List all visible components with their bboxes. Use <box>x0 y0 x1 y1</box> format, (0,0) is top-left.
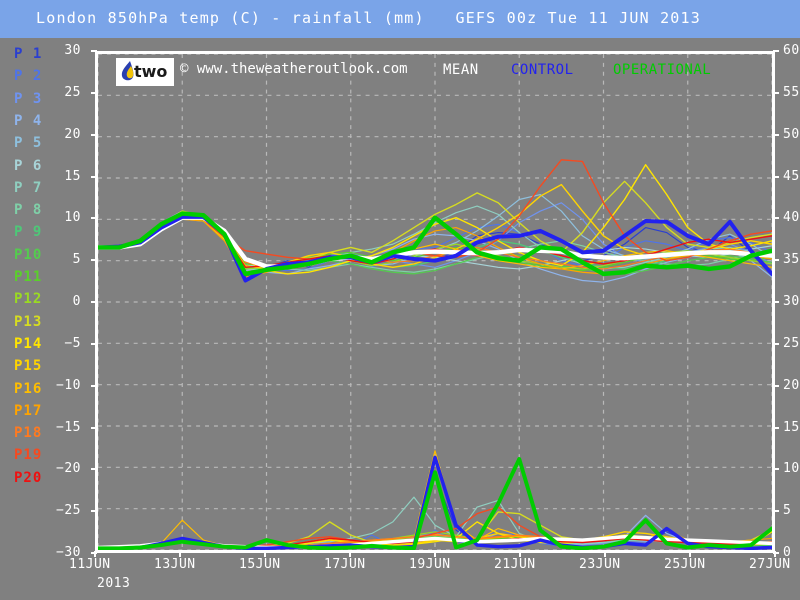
y-tick-mark-right <box>773 384 779 387</box>
legend-item-mean: MEAN <box>443 62 479 78</box>
y-tick-label-rain: 50 <box>783 126 800 142</box>
y-tick-label-temp: 20 <box>64 126 81 142</box>
x-tick-mark <box>604 551 606 557</box>
ensemble-label-p17: P17 <box>14 402 43 419</box>
y-tick-mark-right <box>773 301 779 303</box>
y-tick-mark-left <box>91 91 97 94</box>
data-series-layer <box>98 159 772 550</box>
y-tick-label-rain: 30 <box>783 294 800 309</box>
y-tick-mark-right <box>773 50 779 52</box>
y-tick-mark-left <box>91 133 97 136</box>
ensemble-label-p15: P15 <box>14 358 43 375</box>
title-bar: London 850hPa temp (C) - rainfall (mm) G… <box>0 0 800 38</box>
y-tick-mark-left <box>91 301 97 303</box>
x-tick-mark <box>519 551 521 557</box>
y-tick-mark-left <box>91 510 97 513</box>
y-tick-mark-left <box>91 342 97 345</box>
y-tick-mark-right <box>773 175 779 178</box>
x-tick-mark <box>264 551 266 557</box>
y-tick-mark-right <box>773 468 779 471</box>
x-tick-label: 25JUN <box>664 557 706 572</box>
y-tick-mark-left <box>91 50 97 52</box>
x-tick-mark <box>774 551 776 557</box>
y-tick-mark-right <box>773 426 779 429</box>
y-tick-label-temp: 10 <box>64 210 81 226</box>
y-tick-label-rain: 5 <box>783 503 792 519</box>
y-tick-label-temp: 25 <box>64 84 81 100</box>
y-tick-mark-left <box>91 384 97 387</box>
y-tick-label-temp: −5 <box>64 335 81 351</box>
x-tick-mark <box>349 551 351 557</box>
y-tick-label-temp: 30 <box>64 43 81 58</box>
logo-text: two <box>134 62 168 81</box>
weatheroutlook-logo: two <box>116 58 174 86</box>
y-tick-label-temp: 15 <box>64 168 81 184</box>
y-tick-label-rain: 35 <box>783 252 800 268</box>
y-tick-mark-left <box>91 259 97 262</box>
copyright-text: © www.theweatheroutlook.com <box>180 61 408 77</box>
y-tick-mark-right <box>773 510 779 513</box>
x-tick-label: 27JUN <box>749 557 791 572</box>
y-tick-mark-left <box>91 175 97 178</box>
x-tick-label: 23JUN <box>579 557 621 572</box>
legend-item-operational: OPERATIONAL <box>613 62 712 78</box>
y-tick-label-temp: −20 <box>56 461 81 477</box>
x-axis-year-label: 2013 <box>97 576 131 591</box>
y-tick-mark-right <box>773 217 779 220</box>
y-tick-mark-left <box>91 426 97 429</box>
x-tick-label: 19JUN <box>409 557 451 572</box>
x-tick-label: 17JUN <box>324 557 366 572</box>
y-tick-label-temp: −10 <box>56 377 81 393</box>
y-tick-mark-left <box>91 468 97 471</box>
temp-line-p4 <box>98 210 772 283</box>
x-tick-mark <box>179 551 181 557</box>
y-tick-label-rain: 25 <box>783 335 800 351</box>
y-tick-label-temp: −15 <box>56 419 81 435</box>
chart-plot-area: two © www.theweatheroutlook.com MEAN CONT… <box>95 51 775 553</box>
y-tick-label-temp: 5 <box>72 252 81 268</box>
ensemble-label-p13: P13 <box>14 313 43 330</box>
ensemble-label-p9: P 9 <box>14 224 43 241</box>
ensemble-label-p2: P 2 <box>14 68 43 85</box>
y-tick-mark-right <box>773 133 779 136</box>
weather-chart-app: London 850hPa temp (C) - rainfall (mm) G… <box>0 0 800 600</box>
y-tick-mark-right <box>773 259 779 262</box>
x-tick-label: 15JUN <box>239 557 281 572</box>
x-tick-label: 21JUN <box>494 557 536 572</box>
ensemble-label-p11: P11 <box>14 269 43 285</box>
y-tick-label-rain: 40 <box>783 210 800 226</box>
x-tick-mark <box>94 551 96 557</box>
legend-item-control: CONTROL <box>511 62 574 78</box>
y-tick-label-rain: 60 <box>783 43 800 58</box>
y-tick-mark-left <box>91 217 97 220</box>
x-tick-mark <box>689 551 691 557</box>
x-tick-label: 13JUN <box>154 557 196 572</box>
y-tick-mark-right <box>773 91 779 94</box>
page-title: London 850hPa temp (C) - rainfall (mm) G… <box>36 9 701 27</box>
y-tick-label-rain: 20 <box>783 377 800 393</box>
y-tick-label-temp: 0 <box>72 294 81 309</box>
y-tick-label-temp: −25 <box>56 503 81 519</box>
x-tick-mark <box>434 551 436 557</box>
y-tick-mark-right <box>773 342 779 345</box>
x-tick-label: 11JUN <box>69 557 111 572</box>
y-tick-label-rain: 10 <box>783 461 800 477</box>
y-tick-label-rain: 55 <box>783 84 800 100</box>
y-tick-label-rain: 15 <box>783 419 800 435</box>
y-tick-label-rain: 45 <box>783 168 800 184</box>
